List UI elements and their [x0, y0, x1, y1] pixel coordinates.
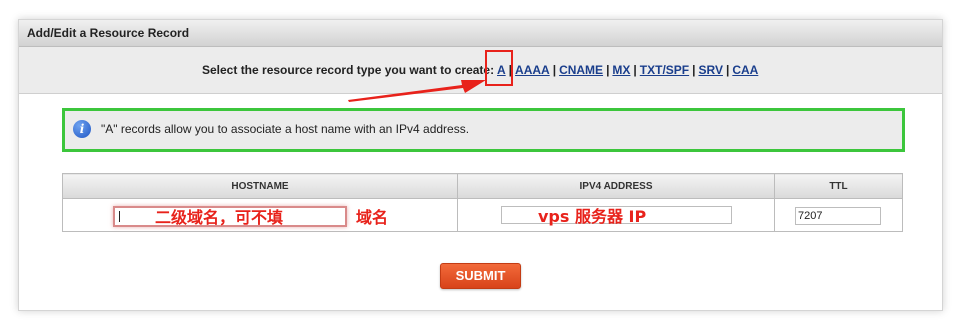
domain-annotation: 域名: [356, 208, 389, 227]
ip-annotation: vps 服务器 IP: [538, 207, 647, 226]
hostname-annotation: 二级域名，可不填: [155, 208, 284, 227]
annotation-arrow: [348, 80, 486, 102]
